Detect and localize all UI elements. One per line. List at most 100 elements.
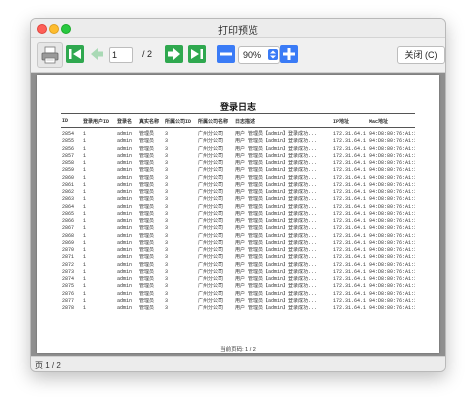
table-cell: 管理员: [139, 239, 155, 246]
table-row: 2866 1 admin 管理员 3 广州分公司 用户 管理员【admin】登录成功... 1…: [61, 218, 415, 225]
table-cell: 管理员: [139, 232, 155, 239]
table-cell: 管理员: [139, 283, 155, 290]
print-icon: [41, 46, 59, 64]
table-cell: 2860: [62, 174, 75, 181]
table-cell: 2878: [62, 305, 75, 312]
table-cell: 用户 管理员【admin】登录成功...: [235, 167, 318, 174]
table-row: 2869 1 admin 管理员 3 广州分公司 用户 管理员【admin】登录成功... 1…: [61, 240, 415, 247]
table-cell: 172.31.64.1: [333, 203, 367, 210]
table-cell: 172.31.64.1: [333, 145, 367, 152]
table-cell: 广州分公司: [198, 261, 224, 268]
page-number-input[interactable]: 1: [109, 47, 133, 63]
table-body: 2854 1 admin 管理员 3 广州分公司 用户 管理员【admin】登录成功... 1…: [61, 128, 415, 313]
table-cell: admin: [117, 225, 133, 232]
table-cell: 172.31.64.1: [333, 232, 367, 239]
table-row: 2871 1 admin 管理员 3 广州分公司 用户 管理员【admin】登录成功... 1…: [61, 254, 415, 261]
table-cell: 172.31.64.1: [333, 276, 367, 283]
table-cell: 2871: [62, 254, 75, 261]
table-cell: 1: [83, 218, 87, 225]
zoom-in-button[interactable]: [279, 44, 299, 64]
zoom-out-button[interactable]: [216, 44, 236, 64]
table-cell: 3: [165, 160, 169, 167]
report-title: 登录日志: [219, 102, 256, 112]
table-row: 2865 1 admin 管理员 3 广州分公司 用户 管理员【admin】登录成功... 1…: [61, 211, 415, 218]
table-cell: 172.31.64.1: [333, 160, 367, 167]
table-cell: 用户 管理员【admin】登录成功...: [235, 189, 318, 196]
table-cell: 3: [165, 254, 169, 261]
first-page-icon: [66, 45, 84, 63]
table-cell: 1: [83, 160, 87, 167]
table-cell: 广州分公司: [198, 138, 224, 145]
print-preview-window: 打印预览 1 / 2 90% 关闭 (C) 登录日志 ID 登录用户ID 登录名…: [30, 18, 446, 372]
table-cell: 172.31.64.1: [333, 167, 367, 174]
table-cell: 广州分公司: [198, 203, 224, 210]
table-cell: 3: [165, 290, 169, 297]
table-cell: 广州分公司: [198, 167, 224, 174]
preview-viewport[interactable]: 登录日志 ID 登录用户ID 登录名 真实名称 所属公司ID 所属公司名称 日志…: [31, 73, 445, 356]
table-cell: 2877: [62, 297, 75, 304]
table-cell: 广州分公司: [198, 131, 224, 138]
table-cell: 广州分公司: [198, 283, 224, 290]
table-cell: 1: [83, 131, 87, 138]
table-cell: 3: [165, 138, 169, 145]
column-header: 日志描述: [234, 115, 332, 128]
table-cell: 广州分公司: [198, 196, 224, 203]
table-cell: 用户 管理员【admin】登录成功...: [235, 145, 318, 152]
table-cell: 172.31.64.1: [333, 196, 367, 203]
zoom-select[interactable]: 90%: [238, 46, 280, 64]
table-cell: 2867: [62, 225, 75, 232]
table-cell: 用户 管理员【admin】登录成功...: [235, 225, 318, 232]
status-text: 页 1 / 2: [35, 361, 61, 370]
table-cell: 2854: [62, 131, 75, 138]
table-cell: 172.31.64.1: [333, 305, 367, 312]
table-cell: 广州分公司: [198, 290, 224, 297]
print-button[interactable]: [37, 42, 63, 68]
table-row: 2857 1 admin 管理员 3 广州分公司 用户 管理员【admin】登录成功... 1…: [61, 153, 415, 160]
table-cell: admin: [117, 196, 133, 203]
next-page-button[interactable]: [164, 44, 184, 64]
table-cell: 管理员: [139, 189, 155, 196]
table-cell: 172.31.64.1: [333, 131, 367, 138]
table-cell: 94:D8:80:76:A1:32: [369, 210, 415, 217]
table-cell: 2863: [62, 196, 75, 203]
table-cell: 2876: [62, 290, 75, 297]
table-cell: 1: [83, 254, 87, 261]
table-cell: admin: [117, 276, 133, 283]
table-cell: 3: [165, 305, 169, 312]
previous-page-icon: [91, 48, 103, 60]
table-cell: 94:D8:80:76:A1:32: [369, 261, 415, 268]
table-cell: 94:D8:80:76:A1:32: [369, 239, 415, 246]
table-cell: 1: [83, 305, 87, 312]
table-cell: 1: [83, 247, 87, 254]
last-page-button[interactable]: [187, 44, 207, 64]
table-cell: 广州分公司: [198, 189, 224, 196]
table-cell: 2861: [62, 181, 75, 188]
table-cell: admin: [117, 160, 133, 167]
table-cell: 广州分公司: [198, 225, 224, 232]
previous-page-button[interactable]: [87, 44, 107, 64]
table-cell: 1: [83, 189, 87, 196]
table-cell: 管理员: [139, 305, 155, 312]
close-button[interactable]: 关闭 (C): [397, 46, 445, 64]
table-cell: 用户 管理员【admin】登录成功...: [235, 268, 318, 275]
table-cell: 2862: [62, 189, 75, 196]
table-cell: admin: [117, 268, 133, 275]
table-cell: 2873: [62, 268, 75, 275]
table-cell: 1: [83, 225, 87, 232]
table-cell: 用户 管理员【admin】登录成功...: [235, 160, 318, 167]
zoom-stepper-icon[interactable]: [268, 49, 278, 60]
table-row: 2870 1 admin 管理员 3 广州分公司 用户 管理员【admin】登录成功... 1…: [61, 247, 415, 254]
table-cell: 2870: [62, 247, 75, 254]
table-cell: 管理员: [139, 196, 155, 203]
table-cell: 172.31.64.1: [333, 239, 367, 246]
table-cell: 管理员: [139, 290, 155, 297]
toolbar: 1 / 2 90% 关闭 (C): [31, 38, 445, 73]
table-row: 2867 1 admin 管理员 3 广州分公司 用户 管理员【admin】登录成功... 1…: [61, 225, 415, 232]
table-cell: admin: [117, 174, 133, 181]
table-cell: 广州分公司: [198, 232, 224, 239]
table-row: 2860 1 admin 管理员 3 广州分公司 用户 管理员【admin】登录成功... 1…: [61, 175, 415, 182]
first-page-button[interactable]: [65, 44, 85, 64]
table-cell: 用户 管理员【admin】登录成功...: [235, 305, 318, 312]
table-cell: 172.31.64.1: [333, 138, 367, 145]
table-row: 2856 1 admin 管理员 3 广州分公司 用户 管理员【admin】登录成功... 1…: [61, 146, 415, 153]
